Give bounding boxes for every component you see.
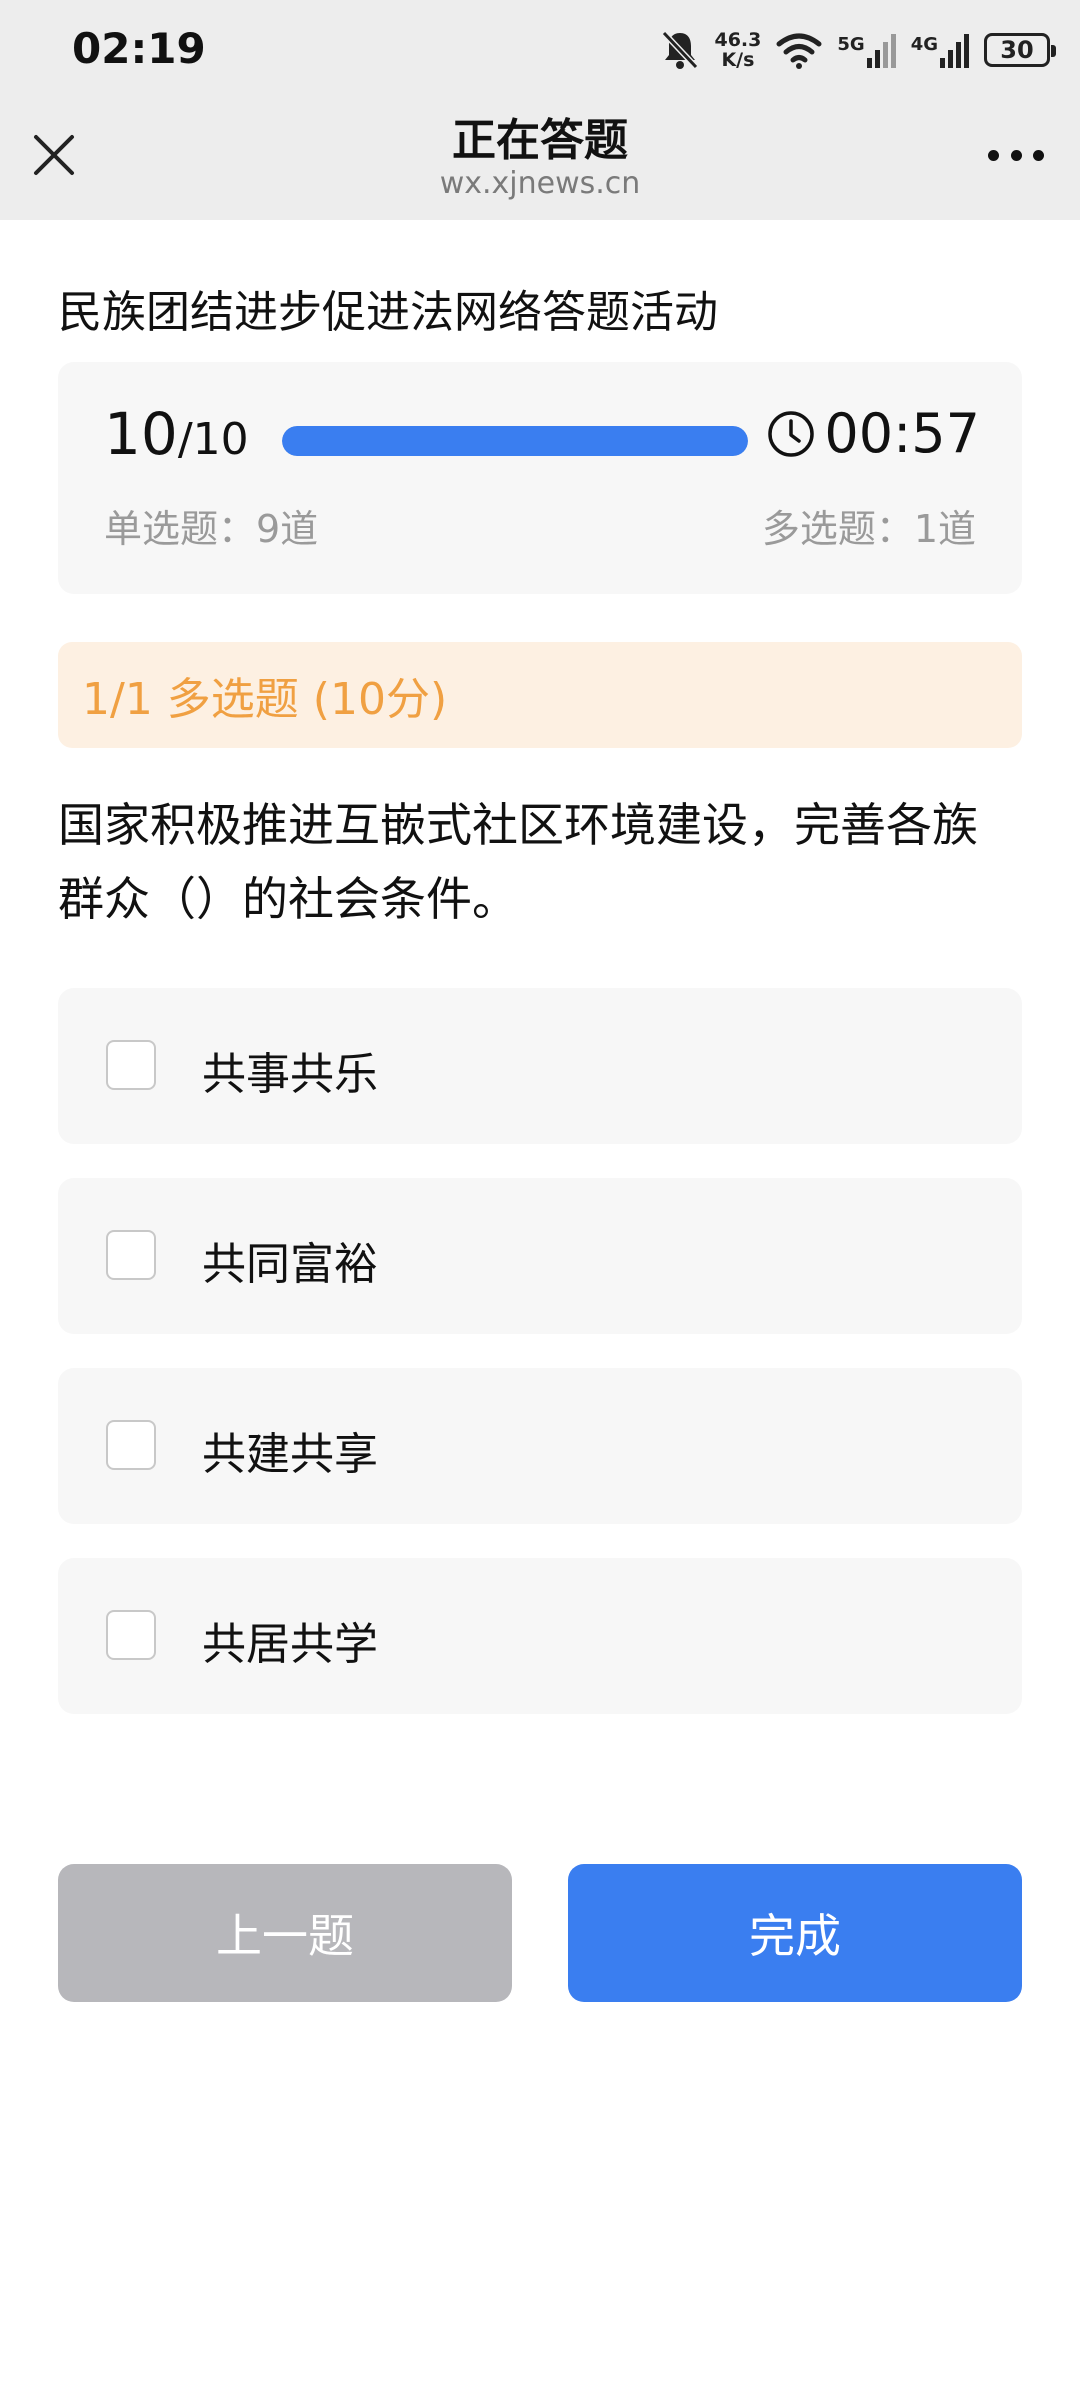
timer: 00:57 bbox=[766, 402, 980, 465]
status-icons: 46.3 K/s 5G 4G 30 bbox=[660, 24, 1056, 76]
progress-total: /10 bbox=[177, 414, 249, 465]
question-type-banner: 1/1 多选题 (10分) bbox=[58, 642, 1022, 748]
dot bbox=[988, 149, 999, 161]
signal-5g: 5G bbox=[837, 32, 896, 68]
progress-card: 10/10 00:57 单选题：9道 多选题：1道 bbox=[58, 362, 1022, 594]
option-label: 共事共乐 bbox=[202, 1049, 378, 1100]
option-label: 共建共享 bbox=[202, 1429, 378, 1480]
finish-button[interactable]: 完成 bbox=[568, 1864, 1022, 2002]
net-speed-value: 46.3 bbox=[714, 29, 762, 51]
more-options-icon[interactable] bbox=[988, 140, 1044, 170]
progress-current: 10 bbox=[104, 400, 178, 468]
option-label: 共居共学 bbox=[202, 1619, 378, 1670]
previous-question-button[interactable]: 上一题 bbox=[58, 1864, 512, 2002]
top-bar: 02:19 46.3 K/s 5G 4G 30 正在答题 wx.xjnews.c… bbox=[0, 0, 1080, 220]
option-item[interactable]: 共事共乐 bbox=[58, 988, 1022, 1144]
option-checkbox[interactable] bbox=[106, 1610, 156, 1660]
net-speed: 46.3 K/s bbox=[714, 30, 761, 70]
option-item[interactable]: 共同富裕 bbox=[58, 1178, 1022, 1334]
option-checkbox[interactable] bbox=[106, 1040, 156, 1090]
net-speed-unit: K/s bbox=[721, 49, 755, 71]
mute-bell-icon bbox=[662, 30, 699, 70]
dot bbox=[1010, 149, 1022, 161]
signal-bars-icon bbox=[940, 34, 969, 68]
signal-bars-icon bbox=[866, 34, 896, 68]
page-title: 正在答题 bbox=[452, 115, 628, 166]
activity-title: 民族团结进步促进法网络答题活动 bbox=[58, 287, 718, 338]
option-checkbox[interactable] bbox=[106, 1230, 156, 1280]
page-url: wx.xjnews.cn bbox=[439, 166, 641, 201]
progress-bar-fill bbox=[282, 426, 748, 456]
multi-choice-count: 多选题：1道 bbox=[761, 507, 976, 551]
option-item[interactable]: 共建共享 bbox=[58, 1368, 1022, 1524]
signal-4g-label: 4G bbox=[910, 34, 938, 55]
option-item[interactable]: 共居共学 bbox=[58, 1558, 1022, 1714]
question-text: 国家积极推进互嵌式社区环境建设，完善各族群众（）的社会条件。 bbox=[58, 798, 978, 926]
progress-count: 10/10 bbox=[104, 400, 249, 468]
wifi-icon bbox=[776, 33, 822, 69]
option-checkbox[interactable] bbox=[106, 1420, 156, 1470]
single-choice-count: 单选题：9道 bbox=[104, 507, 319, 551]
battery-icon: 30 bbox=[984, 33, 1056, 67]
status-time: 02:19 bbox=[72, 24, 206, 73]
progress-bar bbox=[282, 426, 748, 456]
option-label: 共同富裕 bbox=[202, 1239, 378, 1290]
dot bbox=[1033, 149, 1044, 161]
clock-icon bbox=[768, 410, 815, 457]
signal-4g: 4G bbox=[911, 32, 970, 68]
signal-5g-label: 5G bbox=[837, 34, 865, 55]
timer-value: 00:57 bbox=[824, 402, 980, 465]
